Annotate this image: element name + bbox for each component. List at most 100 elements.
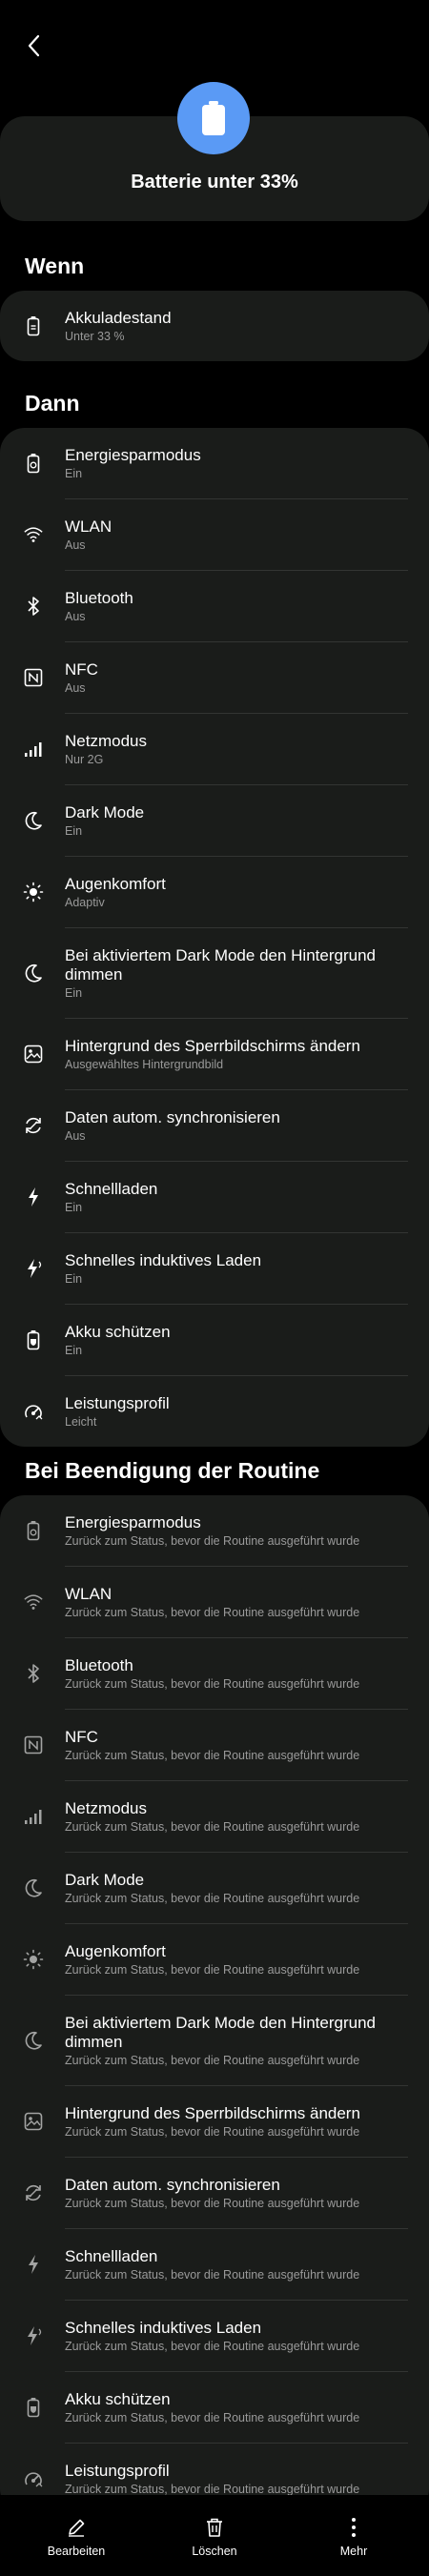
moon-icon: [23, 963, 44, 984]
list-item[interactable]: Akku schützen Ein: [0, 1305, 429, 1375]
item-title: Energiesparmodus: [65, 446, 201, 464]
battery-protect-icon: [23, 1329, 44, 1350]
more-label: Mehr: [339, 2545, 368, 2558]
item-subtitle: Ein: [65, 1201, 83, 1214]
item-title: Leistungsprofil: [65, 1394, 170, 1412]
performance-icon: [23, 2468, 44, 2489]
sync-icon: [23, 2182, 44, 2203]
sun-icon: [23, 882, 44, 903]
performance-icon: [23, 1401, 44, 1422]
item-title: Schnelles induktives Laden: [65, 1251, 262, 1269]
item-subtitle: Zurück zum Status, bevor die Routine aus…: [65, 1820, 360, 1834]
list-item[interactable]: Schnellladen Zurück zum Status, bevor die…: [0, 2229, 429, 2300]
section-title-dann: Dann: [25, 391, 80, 416]
item-subtitle: Zurück zum Status, bevor die Routine aus…: [65, 1963, 360, 1977]
list-item[interactable]: Energiesparmodus Zurück zum Status, bevor…: [0, 1495, 429, 1566]
item-title: Dark Mode: [65, 1871, 145, 1889]
list-item[interactable]: Schnelles induktives Laden Zurück zum Sta…: [0, 2301, 429, 2371]
routine-title: Batterie unter 33%: [131, 172, 298, 193]
wenn-card: Akkuladestand Unter 33 %: [0, 291, 429, 361]
trash-icon: [143, 2516, 286, 2539]
list-item[interactable]: Bluetooth Zurück zum Status, bevor die Ro…: [0, 1638, 429, 1709]
list-item[interactable]: Dark Mode Zurück zum Status, bevor die Ro…: [0, 1853, 429, 1923]
list-item[interactable]: Schnellladen Ein: [0, 1162, 429, 1232]
item-title: Schnellladen: [65, 1180, 158, 1198]
list-item[interactable]: Netzmodus Zurück zum Status, bevor die Ro…: [0, 1781, 429, 1852]
item-title: Augenkomfort: [65, 875, 166, 893]
list-item[interactable]: WLAN Zurück zum Status, bevor die Routine…: [0, 1567, 429, 1637]
list-item[interactable]: Daten autom. synchronisieren Aus: [0, 1090, 429, 1161]
list-item[interactable]: Bluetooth Aus: [0, 571, 429, 641]
list-item[interactable]: Hintergrund des Sperrbildschirms ändern Z…: [0, 2086, 429, 2157]
moon-icon: [23, 810, 44, 831]
list-item[interactable]: WLAN Aus: [0, 499, 429, 570]
list-item[interactable]: Augenkomfort Adaptiv: [0, 857, 429, 927]
item-subtitle: Ausgewähltes Hintergrundbild: [65, 1058, 224, 1071]
item-title: Netzmodus: [65, 1799, 147, 1817]
delete-button[interactable]: Löschen: [143, 2495, 286, 2558]
list-item[interactable]: Augenkomfort Zurück zum Status, bevor die…: [0, 1924, 429, 1995]
wireless-charge-icon: [23, 2325, 44, 2346]
bluetooth-icon: [23, 1663, 44, 1684]
item-title: Bei aktiviertem Dark Mode den Hintergrun…: [65, 946, 376, 984]
list-item[interactable]: Akkuladestand Unter 33 %: [0, 291, 429, 361]
nfc-icon: [23, 667, 44, 688]
item-subtitle: Unter 33 %: [65, 330, 125, 343]
dann-card: Energiesparmodus Ein WLAN Aus Bluetooth Aus NF…: [0, 428, 429, 1447]
item-title: Bluetooth: [65, 589, 133, 607]
sun-icon: [23, 1949, 44, 1970]
wireless-charge-icon: [23, 1258, 44, 1279]
item-title: WLAN: [65, 1585, 112, 1603]
list-item[interactable]: Schnelles induktives Laden Ein: [0, 1233, 429, 1304]
wifi-icon: [23, 524, 44, 545]
list-item[interactable]: Akku schützen Zurück zum Status, bevor di…: [0, 2372, 429, 2443]
item-title: Akku schützen: [65, 1323, 171, 1341]
list-item[interactable]: Netzmodus Nur 2G: [0, 714, 429, 784]
section-title-wenn: Wenn: [25, 254, 85, 278]
wallpaper-icon: [23, 1044, 44, 1065]
signal-icon: [23, 739, 44, 760]
bottom-action-bar: Bearbeiten Löschen Mehr: [0, 2495, 429, 2576]
item-subtitle: Zurück zum Status, bevor die Routine aus…: [65, 1677, 360, 1691]
list-item[interactable]: NFC Aus: [0, 642, 429, 713]
item-subtitle: Aus: [65, 538, 86, 552]
item-subtitle: Ein: [65, 1344, 83, 1357]
item-title: Daten autom. synchronisieren: [65, 1108, 280, 1126]
item-title: Netzmodus: [65, 732, 147, 750]
item-subtitle: Zurück zum Status, bevor die Routine aus…: [65, 2340, 360, 2353]
item-title: NFC: [65, 1728, 98, 1746]
item-subtitle: Zurück zum Status, bevor die Routine aus…: [65, 2268, 360, 2282]
nfc-icon: [23, 1734, 44, 1755]
list-item[interactable]: Bei aktiviertem Dark Mode den Hintergrun…: [0, 928, 429, 1018]
item-title: Leistungsprofil: [65, 2462, 170, 2480]
list-item[interactable]: Hintergrund des Sperrbildschirms ändern A…: [0, 1019, 429, 1089]
list-item[interactable]: Bei aktiviertem Dark Mode den Hintergrun…: [0, 1996, 429, 2085]
item-subtitle: Zurück zum Status, bevor die Routine aus…: [65, 2054, 360, 2067]
list-item[interactable]: NFC Zurück zum Status, bevor die Routine …: [0, 1710, 429, 1780]
sync-icon: [23, 1115, 44, 1136]
moon-icon: [23, 2030, 44, 2051]
back-button[interactable]: [21, 32, 48, 59]
item-title: Bei aktiviertem Dark Mode den Hintergrun…: [65, 2014, 376, 2051]
item-subtitle: Ein: [65, 1272, 83, 1286]
item-title: Augenkomfort: [65, 1942, 166, 1960]
list-item[interactable]: Energiesparmodus Ein: [0, 428, 429, 498]
item-title: Akkuladestand: [65, 309, 172, 327]
edit-button[interactable]: Bearbeiten: [5, 2495, 148, 2558]
list-item[interactable]: Leistungsprofil Leicht: [0, 1376, 429, 1447]
list-item[interactable]: Dark Mode Ein: [0, 785, 429, 856]
more-button[interactable]: Mehr: [282, 2495, 425, 2558]
fast-charge-icon: [23, 1187, 44, 1207]
battery-icon: [23, 315, 44, 336]
item-title: Bluetooth: [65, 1656, 133, 1674]
item-subtitle: Aus: [65, 1129, 86, 1143]
item-subtitle: Zurück zum Status, bevor die Routine aus…: [65, 2125, 360, 2139]
item-title: NFC: [65, 660, 98, 679]
item-subtitle: Adaptiv: [65, 896, 105, 909]
item-subtitle: Aus: [65, 610, 86, 623]
item-title: Akku schützen: [65, 2390, 171, 2408]
item-title: Schnellladen: [65, 2247, 158, 2265]
pencil-icon: [5, 2516, 148, 2539]
item-title: Dark Mode: [65, 803, 145, 821]
list-item[interactable]: Daten autom. synchronisieren Zurück zum S…: [0, 2158, 429, 2228]
